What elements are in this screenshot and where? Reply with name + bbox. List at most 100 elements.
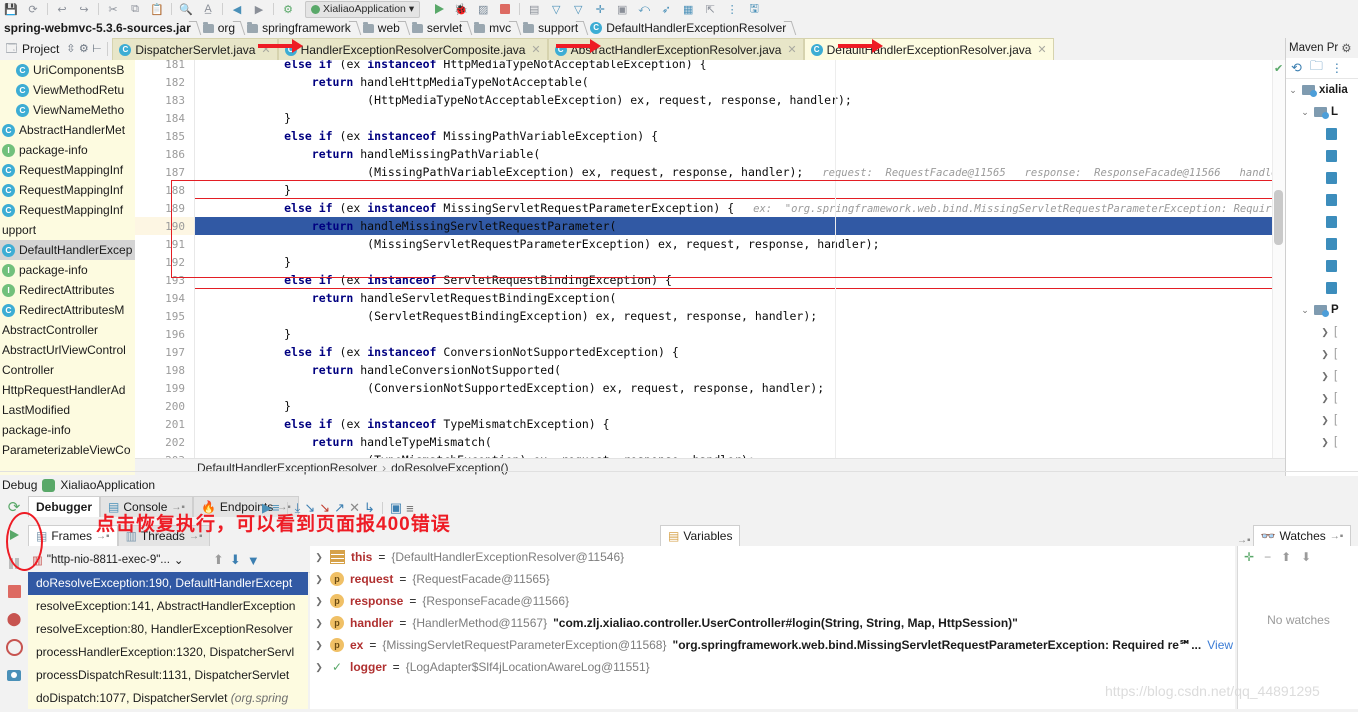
tree-item[interactable]: C RequestMappingInf — [0, 180, 135, 200]
remove-watch-icon[interactable]: − — [1264, 550, 1271, 564]
frame-row[interactable]: processHandlerException:1320, Dispatcher… — [28, 641, 308, 664]
save-icon[interactable]: 💾 — [0, 1, 22, 17]
project-tool-button[interactable]: 🗔 Project — [0, 38, 64, 60]
code-line[interactable]: else if (ex instanceof ConversionNotSupp… — [201, 343, 679, 361]
chevron-right-icon[interactable]: ❯ — [1320, 393, 1330, 404]
chevron-right-icon[interactable]: ❯ — [1320, 371, 1330, 382]
tree-item[interactable]: C UriComponentsB — [0, 60, 135, 80]
run-icon[interactable] — [428, 1, 450, 17]
filter1-icon[interactable]: ▽ — [545, 1, 567, 17]
pin-icon[interactable]: →▪ — [1330, 531, 1344, 542]
tree-item[interactable]: C RequestMappingInf — [0, 200, 135, 220]
thread-selector[interactable]: ▥ "http-nio-8811-exec-9"... ⌄ — [32, 551, 207, 569]
move-up-icon[interactable]: ⬆ — [1281, 550, 1291, 564]
tree-item[interactable]: ParameterizableViewCo — [0, 440, 135, 460]
chevron-right-icon[interactable]: ❯ — [314, 552, 324, 563]
maven-plugin-item[interactable]: ❯[ — [1286, 321, 1358, 343]
view-breakpoints-icon[interactable]: ⬤ — [4, 609, 24, 629]
maven-plugin-item[interactable]: ❯[ — [1286, 365, 1358, 387]
frames-list[interactable]: doResolveException:190, DefaultHandlerEx… — [28, 572, 308, 709]
maven-goal-item[interactable] — [1286, 189, 1358, 211]
chevron-down-icon[interactable]: ⌄ — [1288, 85, 1298, 96]
breadcrumb-item-web[interactable]: web — [358, 18, 407, 38]
code-line[interactable]: else if (ex instanceof TypeMismatchExcep… — [201, 415, 609, 433]
tree-item[interactable]: package-info — [0, 420, 135, 440]
code-line[interactable]: } — [201, 397, 291, 415]
chevron-right-icon[interactable]: ❯ — [1320, 349, 1330, 360]
undo-icon[interactable]: ↩ — [51, 1, 73, 17]
frame-down-icon[interactable]: ⬇ — [230, 552, 241, 568]
maven-goal-item[interactable] — [1286, 167, 1358, 189]
save-all-icon[interactable]: 🖫 — [743, 1, 765, 17]
code-line[interactable]: return handleMissingServletRequestParame… — [201, 217, 617, 235]
more-icon[interactable]: ⋮ — [721, 1, 743, 17]
coverage-icon[interactable]: ▨ — [472, 1, 494, 17]
frame-row[interactable]: doDispatch:1077, DispatcherServlet (org.… — [28, 687, 308, 709]
code-line[interactable]: (TypeMismatchException) ex, request, res… — [201, 451, 755, 458]
code-line[interactable]: } — [201, 181, 291, 199]
maven-goal-item[interactable] — [1286, 211, 1358, 233]
add-module-icon[interactable]: 🗀 — [1310, 57, 1323, 79]
breadcrumb-item-mvc[interactable]: mvc — [469, 18, 518, 38]
profiler-icon[interactable]: ▤ — [523, 1, 545, 17]
filter2-icon[interactable]: ▽ — [567, 1, 589, 17]
code-line[interactable]: else if (ex instanceof HttpMediaTypeNotA… — [201, 60, 706, 73]
pin-icon[interactable]: ✛ — [589, 1, 611, 17]
code-line[interactable]: else if (ex instanceof ServletRequestBin… — [201, 271, 672, 289]
camera-icon[interactable] — [4, 665, 24, 685]
find-icon[interactable]: 🔍 — [175, 1, 197, 17]
frame-row[interactable]: resolveException:80, HandlerExceptionRes… — [28, 618, 308, 641]
code-line[interactable]: (MissingServletRequestParameterException… — [201, 235, 879, 253]
maven-plugin-item[interactable]: ❯[ — [1286, 431, 1358, 453]
compile-icon[interactable]: ⚙ — [277, 1, 299, 17]
tree-item[interactable]: C DefaultHandlerExcep — [0, 240, 135, 260]
code-line[interactable]: (ConversionNotSupportedException) ex, re… — [201, 379, 824, 397]
more-icon[interactable]: ⋮ — [1331, 61, 1343, 75]
chevron-down-icon[interactable]: ▾ — [409, 3, 414, 15]
tab-debugger[interactable]: Debugger — [28, 496, 101, 517]
frame-row[interactable]: resolveException:141, AbstractHandlerExc… — [28, 595, 308, 618]
chevron-down-icon[interactable]: ⌄ — [1300, 305, 1310, 316]
reload-icon[interactable]: ⟲ — [1291, 60, 1302, 76]
variable-row[interactable]: ❯ this = {DefaultHandlerExceptionResolver… — [310, 546, 1235, 568]
run-configuration-selector[interactable]: XialiaoApplication ▾ — [305, 0, 421, 18]
code-line[interactable]: } — [201, 253, 291, 271]
editor-tab-dispatcherservlet[interactable]: C DispatcherServlet.java ✕ — [112, 38, 278, 60]
view-value-link[interactable]: View — [1207, 638, 1233, 652]
chevron-right-icon[interactable]: ❯ — [1320, 327, 1330, 338]
maven-plugin-item[interactable]: ❯[ — [1286, 343, 1358, 365]
maven-goal-item[interactable] — [1286, 123, 1358, 145]
code-line[interactable]: return handleConversionNotSupported( — [201, 361, 561, 379]
chevron-right-icon[interactable]: ❯ — [1320, 415, 1330, 426]
collapse-all-icon[interactable]: ⇳ — [64, 43, 77, 56]
breadcrumb-item-class[interactable]: C DefaultHandlerExceptionResolver — [585, 18, 793, 38]
chevron-right-icon[interactable]: ❯ — [314, 596, 324, 607]
project-tree[interactable]: C UriComponentsB C ViewMethodRetu C ViewNameM… — [0, 60, 135, 475]
mute-breakpoints-icon[interactable] — [4, 637, 24, 657]
paste-icon[interactable]: 📋 — [146, 1, 168, 17]
editor-tab-defaulthandlerexceptionresolver[interactable]: C DefaultHandlerExceptionResolver.java ✕ — [803, 38, 1054, 60]
code-line[interactable]: } — [201, 325, 291, 343]
hide-icon[interactable]: ⊢ — [90, 43, 103, 56]
sync-icon[interactable]: ⟳ — [22, 1, 44, 17]
debug-icon[interactable]: 🐞 — [450, 1, 472, 17]
maven-plugin-item[interactable]: ❯[ — [1286, 409, 1358, 431]
back-icon[interactable]: ◀ — [226, 1, 248, 17]
breadcrumb-item-org[interactable]: org — [198, 18, 242, 38]
close-icon[interactable]: ✕ — [531, 43, 540, 56]
rocket-icon[interactable]: ➶ — [655, 1, 677, 17]
variable-row[interactable]: ❯ p request = {RequestFacade@11565} — [310, 568, 1235, 590]
debug-config-label[interactable]: XialiaoApplication — [60, 478, 155, 492]
export-icon[interactable]: ⇱ — [699, 1, 721, 17]
tree-item[interactable]: Ipackage-info — [0, 140, 135, 160]
chevron-right-icon[interactable]: ❯ — [1320, 437, 1330, 448]
editor-gutter[interactable]: 181 182 183 184 185 186 187 188 189 190 191 192 193 1… — [135, 60, 195, 458]
footer-class-name[interactable]: DefaultHandlerExceptionResolver — [197, 461, 377, 475]
maven-root-node[interactable]: ⌄ xialia — [1286, 79, 1358, 101]
maven-tree[interactable]: ⌄ xialia ⌄ L ⌄ P ❯[ ❯[ ❯ [❯ [❯ [❯ [ — [1286, 79, 1358, 476]
footer-method-name[interactable]: doResolveException() — [391, 461, 508, 475]
subtab-variables[interactable]: ▤ Variables — [660, 525, 741, 546]
tree-item[interactable]: LastModified — [0, 400, 135, 420]
code-line[interactable]: else if (ex instanceof MissingServletReq… — [201, 199, 1285, 217]
forward-icon[interactable]: ▶ — [248, 1, 270, 17]
